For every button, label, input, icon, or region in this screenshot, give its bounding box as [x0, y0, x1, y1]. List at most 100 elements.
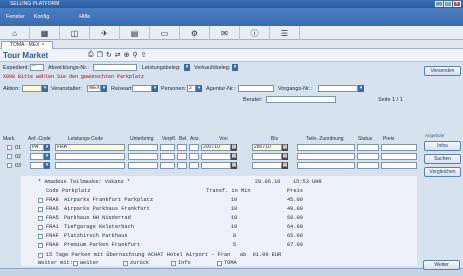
plane-icon[interactable]: ✈: [90, 26, 120, 40]
verpfl-input[interactable]: [160, 153, 175, 160]
home-icon[interactable]: ⌂: [0, 26, 30, 40]
settings-icon[interactable]: ☰: [270, 26, 300, 40]
item-checkbox[interactable]: [38, 225, 43, 230]
bis-input[interactable]: 280710: [252, 144, 282, 151]
zurueck-option-checkbox[interactable]: [123, 261, 128, 266]
leistungs-code-input[interactable]: FRA: [55, 144, 125, 151]
verkaufsbeleg-dropdown[interactable]: ▾: [232, 64, 238, 71]
reiseart-dropdown[interactable]: ▾: [152, 85, 158, 92]
close-button[interactable]: ×: [453, 1, 461, 7]
vorgangs-input[interactable]: [318, 85, 358, 92]
refresh-icon[interactable]: ↻: [106, 51, 112, 59]
status-input[interactable]: [357, 162, 379, 169]
item-checkbox[interactable]: [38, 216, 43, 221]
suchen-button[interactable]: Suchen: [424, 154, 461, 164]
close-tab-icon[interactable]: ×: [41, 42, 44, 48]
preis-input[interactable]: [381, 144, 417, 151]
teiln-input[interactable]: [297, 153, 355, 160]
zurueck-option[interactable]: zurück: [130, 260, 149, 266]
unterbring-input[interactable]: [128, 162, 158, 169]
unterbring-input[interactable]: [128, 144, 158, 151]
menu-item-konfig[interactable]: Konfig: [34, 14, 50, 20]
anz-input[interactable]: [189, 144, 199, 151]
versenden-button[interactable]: Versenden: [424, 66, 461, 76]
row-checkbox[interactable]: [7, 154, 12, 159]
mail-icon[interactable]: ✉: [210, 26, 240, 40]
copy-icon[interactable]: ❐: [97, 51, 103, 59]
document-icon[interactable]: ▭: [150, 26, 180, 40]
verpfl-input[interactable]: [160, 144, 175, 151]
calendar-icon[interactable]: ▤: [120, 26, 150, 40]
leistungs-code-input[interactable]: [55, 162, 125, 169]
von-input[interactable]: 200710: [201, 144, 231, 151]
aktion-input[interactable]: [22, 85, 42, 92]
item-checkbox[interactable]: [38, 234, 43, 239]
calendar-icon[interactable]: ▦: [282, 144, 288, 151]
leistungsbeleg-dropdown[interactable]: ▾: [184, 64, 190, 71]
teiln-input[interactable]: [297, 162, 355, 169]
zoom-icon[interactable]: ⊕: [124, 51, 130, 59]
calendar-icon[interactable]: ▦: [231, 162, 237, 169]
anz-input[interactable]: [189, 162, 199, 169]
expedient-input[interactable]: **: [30, 64, 44, 71]
item-checkbox[interactable]: [38, 243, 43, 248]
anf-code-input[interactable]: [30, 153, 44, 160]
item-checkbox[interactable]: [38, 207, 43, 212]
export-icon[interactable]: ⇪: [141, 51, 147, 59]
filter-icon[interactable]: ⚲: [133, 51, 138, 59]
bis-input[interactable]: [252, 162, 282, 169]
calendar-icon[interactable]: ▦: [231, 153, 237, 160]
aktion-dropdown[interactable]: ▾: [42, 85, 48, 92]
row-checkbox[interactable]: [7, 163, 12, 168]
weiter-button[interactable]: Weiter: [423, 260, 460, 270]
anf-code-input[interactable]: [30, 162, 44, 169]
anf-code-dropdown[interactable]: ▾: [44, 162, 50, 169]
anz-input[interactable]: [189, 153, 199, 160]
personen-input[interactable]: 2: [187, 85, 196, 92]
agentur-input[interactable]: [238, 85, 274, 92]
row-checkbox[interactable]: [7, 145, 12, 150]
vergleichen-button[interactable]: Vergleichen: [424, 167, 461, 177]
toma-option[interactable]: TOMA: [224, 260, 237, 266]
bis-input[interactable]: [252, 153, 282, 160]
calendar-icon[interactable]: ▦: [282, 153, 288, 160]
reiseart-input[interactable]: [132, 85, 152, 92]
extra-offer-checkbox[interactable]: [38, 253, 43, 258]
teiln-input[interactable]: [297, 144, 355, 151]
verpfl-input[interactable]: [160, 162, 175, 169]
personen-dropdown[interactable]: ▾: [196, 85, 202, 92]
abwicklungs-input[interactable]: [93, 64, 137, 71]
von-input[interactable]: [201, 162, 231, 169]
preis-input[interactable]: [381, 153, 417, 160]
anf-code-input[interactable]: PA: [30, 144, 44, 151]
car-icon[interactable]: ◫: [60, 26, 90, 40]
veranstalter-dropdown[interactable]: ▾: [101, 85, 107, 92]
leistungs-code-input[interactable]: [55, 153, 125, 160]
berater-input[interactable]: [266, 96, 336, 103]
calendar-icon[interactable]: ▦: [282, 162, 288, 169]
anf-code-dropdown[interactable]: ▾: [44, 144, 50, 151]
menu-item-fenster[interactable]: Fenster: [6, 14, 25, 20]
print-icon[interactable]: ⎙: [88, 51, 94, 59]
tools-icon[interactable]: ⚙: [180, 26, 210, 40]
vorgangs-dropdown[interactable]: ▾: [358, 85, 364, 92]
preis-input[interactable]: [381, 162, 417, 169]
veranstalter-input[interactable]: MEX: [87, 85, 101, 92]
anf-code-dropdown[interactable]: ▾: [44, 153, 50, 160]
bel-input[interactable]: [177, 153, 187, 160]
toma-option-checkbox[interactable]: [217, 261, 222, 266]
tab-toma-mex[interactable]: TOMA - MEX ×: [1, 41, 53, 49]
info-icon[interactable]: ⓘ: [240, 26, 270, 40]
status-input[interactable]: [357, 153, 379, 160]
menu-item-hilfe[interactable]: Hilfe: [79, 14, 90, 20]
infos-button[interactable]: Infos: [424, 141, 461, 151]
von-input[interactable]: [201, 153, 231, 160]
item-checkbox[interactable]: [38, 198, 43, 203]
bel-input[interactable]: [177, 162, 187, 169]
info-option[interactable]: Info: [178, 260, 191, 266]
ticket-icon[interactable]: ▦: [30, 26, 60, 40]
maximize-button[interactable]: □: [444, 1, 452, 7]
info-option-checkbox[interactable]: [171, 261, 176, 266]
arrows-icon[interactable]: ⇄: [115, 51, 121, 59]
weiter-option-checkbox[interactable]: [73, 261, 78, 266]
